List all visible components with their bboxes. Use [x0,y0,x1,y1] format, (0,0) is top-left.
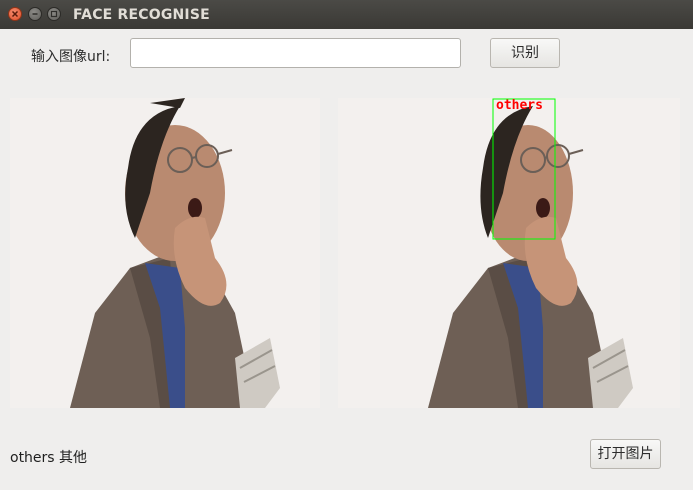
annotated-image: others [338,98,680,408]
open-image-button[interactable]: 打开图片 [590,439,661,469]
minimize-icon [32,13,38,15]
maximize-window-button[interactable] [47,7,61,21]
window-title: FACE RECOGNISE [73,7,210,23]
maximize-icon [50,10,58,18]
title-bar: FACE RECOGNISE [0,0,693,29]
close-icon [11,10,19,18]
url-label: 输入图像url: [31,49,111,65]
minimize-window-button[interactable] [28,7,42,21]
recognize-button[interactable]: 识别 [490,38,560,68]
recognition-result: others 其他 [10,450,88,466]
close-window-button[interactable] [8,7,22,21]
original-image [10,98,320,408]
person-photo [10,98,320,408]
person-photo-annotated [338,98,680,408]
face-detection-label: others [496,98,543,113]
url-input[interactable] [130,38,461,68]
